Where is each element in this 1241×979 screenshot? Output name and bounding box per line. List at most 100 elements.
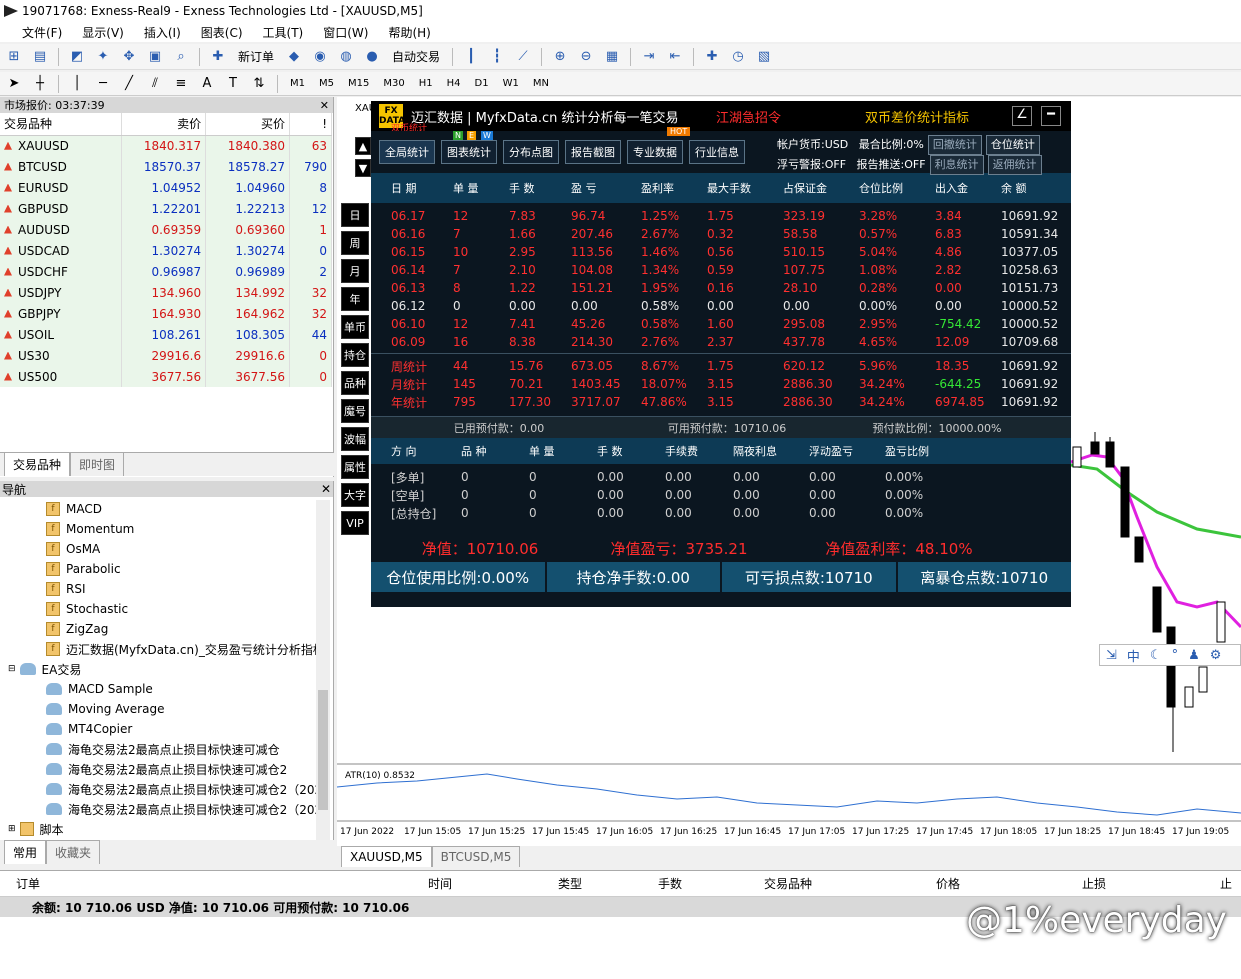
timeframe-m15[interactable]: M15 (344, 76, 373, 91)
side-menu-item[interactable]: 周 (341, 231, 369, 255)
menu-window[interactable]: 窗口(W) (315, 24, 380, 41)
menu-view[interactable]: 显示(V) (74, 24, 136, 41)
symbol-cell[interactable]: GBPUSD (0, 198, 123, 219)
timeframe-m1[interactable]: M1 (286, 76, 309, 91)
market-watch-icon[interactable]: ◩ (67, 47, 87, 67)
side-menu-item[interactable]: 持仓 (341, 343, 369, 367)
symbol-cell[interactable]: USDCAD (0, 240, 123, 261)
collapse-icon[interactable]: ⊟ (8, 664, 16, 674)
scroll-down-icon[interactable]: ▼ (355, 159, 371, 177)
interest-stats-button[interactable]: 利息统计 (929, 155, 984, 175)
auto-trading-icon[interactable]: ● (362, 47, 382, 67)
side-menu-item[interactable]: 单币 (341, 315, 369, 339)
navigator-item[interactable]: ⊟ EA交易 (0, 659, 333, 679)
navigator-item[interactable]: MT4Copier (0, 719, 333, 739)
data-window-icon[interactable]: ✦ (93, 47, 113, 67)
col-ask[interactable]: 买价 (205, 113, 291, 136)
col-order[interactable]: 订单 (0, 875, 198, 892)
navigator-item[interactable]: ⊞ 脚本 (0, 819, 333, 839)
market-row[interactable]: GBPJPY 164.930 164.962 32 (0, 303, 332, 324)
rebate-stats-button[interactable]: 返佣统计 (987, 155, 1042, 175)
timeframe-h4[interactable]: H4 (443, 76, 465, 91)
market-row[interactable]: USOIL 108.261 108.305 44 (0, 324, 332, 345)
navigator-item[interactable]: f Stochastic (0, 599, 333, 619)
symbol-cell[interactable]: USDJPY (0, 282, 123, 303)
market-row[interactable]: USDCAD 1.30274 1.30274 0 (0, 240, 332, 261)
close-icon[interactable]: ✕ (320, 99, 329, 112)
text-icon[interactable]: A (197, 74, 217, 94)
timeframe-w1[interactable]: W1 (499, 76, 523, 91)
market-row[interactable]: US30 29916.6 29916.6 0 (0, 345, 332, 366)
col-bid[interactable]: 卖价 (121, 113, 207, 136)
navigator-item[interactable]: 海龟交易法2最高点止损目标快速可减仓2（202 (0, 779, 333, 799)
autoscroll-icon[interactable]: ⇥ (639, 47, 659, 67)
new-order-button[interactable]: 新订单 (234, 48, 278, 65)
market-row[interactable]: AUDUSD 0.69359 0.69360 1 (0, 219, 332, 240)
candlestick-icon[interactable]: ┇ (487, 47, 507, 67)
market-row[interactable]: GBPUSD 1.22201 1.22213 12 (0, 198, 332, 219)
timeframe-mn[interactable]: MN (529, 76, 553, 91)
new-chart-icon[interactable]: ⊞ (4, 47, 24, 67)
col-lots[interactable]: 手数 (586, 875, 686, 892)
vps-icon[interactable]: ◍ (336, 47, 356, 67)
navigator-item[interactable]: f OsMA (0, 539, 333, 559)
vertical-line-icon[interactable]: │ (67, 74, 87, 94)
fibonacci-icon[interactable]: ≡ (171, 74, 191, 94)
timeframe-d1[interactable]: D1 (471, 76, 493, 91)
trendline-icon[interactable]: ╱ (119, 74, 139, 94)
timeframe-m5[interactable]: M5 (315, 76, 338, 91)
minimize-icon[interactable]: ━ (1041, 106, 1061, 126)
side-menu-item[interactable]: 魔号 (341, 399, 369, 423)
dual-currency-link[interactable]: 双币差价统计指标 (865, 107, 969, 126)
symbol-cell[interactable]: US500 (0, 366, 123, 387)
recruit-link[interactable]: 江湖急招令 (716, 107, 781, 126)
menu-tools[interactable]: 工具(T) (255, 24, 316, 41)
templates-icon[interactable]: ▧ (754, 47, 774, 67)
tab-favorites[interactable]: 收藏夹 (46, 840, 101, 864)
navigator-item[interactable]: 海龟交易法2最高点止损目标快速可减仓2 (0, 759, 333, 779)
moon-icon[interactable]: ☾ (1150, 648, 1162, 663)
zoom-out-icon[interactable]: ⊖ (576, 47, 596, 67)
line-chart-icon[interactable]: ⟋ (513, 47, 533, 67)
menu-insert[interactable]: 插入(I) (136, 24, 193, 41)
position-stats-button[interactable]: 仓位统计 (985, 135, 1040, 155)
report-screenshot-button[interactable]: 报告截图 (565, 140, 621, 164)
zoom-in-icon[interactable]: ⊕ (550, 47, 570, 67)
timeframe-m30[interactable]: M30 (379, 76, 408, 91)
cursor-icon[interactable]: ➤ (4, 74, 24, 94)
symbol-cell[interactable]: GBPJPY (0, 303, 123, 324)
tab-xauusd-m5[interactable]: XAUUSD,M5 (341, 846, 432, 867)
side-menu-item[interactable]: 属性 (341, 455, 369, 479)
market-row[interactable]: XAUUSD 1840.317 1840.380 63 (0, 135, 332, 156)
horizontal-line-icon[interactable]: ─ (93, 74, 113, 94)
draw-icon[interactable]: ∠ (1012, 106, 1032, 126)
settings-icon[interactable]: ⚙ (1210, 648, 1222, 663)
side-menu-item[interactable]: 年 (341, 287, 369, 311)
navigator-icon[interactable]: ✥ (119, 47, 139, 67)
symbol-cell[interactable]: USOIL (0, 324, 123, 345)
metaeditor-icon[interactable]: ◆ (284, 47, 304, 67)
navigator-scroll-thumb[interactable] (318, 690, 328, 810)
industry-info-button[interactable]: 行业信息 (689, 140, 745, 164)
col-type[interactable]: 类型 (456, 875, 586, 892)
col-spread[interactable]: ! (289, 113, 332, 136)
tab-tick-chart[interactable]: 即时图 (70, 452, 125, 476)
navigator-item[interactable]: Moving Average (0, 699, 333, 719)
market-row[interactable]: USDJPY 134.960 134.992 32 (0, 282, 332, 303)
tile-windows-icon[interactable]: ▦ (602, 47, 622, 67)
market-row[interactable]: USDCHF 0.96987 0.96989 2 (0, 261, 332, 282)
text-label-icon[interactable]: T (223, 74, 243, 94)
crosshair-icon[interactable]: ┼ (30, 74, 50, 94)
tab-btcusd-m5[interactable]: BTCUSD,M5 (431, 846, 521, 867)
drawdown-stats-button[interactable]: 回撤统计 (927, 135, 982, 155)
menu-help[interactable]: 帮助(H) (380, 24, 442, 41)
side-menu-item[interactable]: VIP (341, 511, 369, 535)
arrows-icon[interactable]: ⇅ (249, 74, 269, 94)
chart-stats-button[interactable]: 图表统计 (441, 140, 497, 164)
navigator-item[interactable]: 海龟交易法2最高点止损目标快速可减仓 (0, 739, 333, 759)
distribution-button[interactable]: 分布点图 (503, 140, 559, 164)
indicators-icon[interactable]: ✚ (702, 47, 722, 67)
punctuation-icon[interactable]: ° (1172, 648, 1179, 663)
scroll-up-icon[interactable]: ▲ (355, 137, 371, 155)
navigator-item[interactable]: f 迈汇数据(MyfxData.cn)_交易盈亏统计分析指标 (0, 639, 333, 659)
